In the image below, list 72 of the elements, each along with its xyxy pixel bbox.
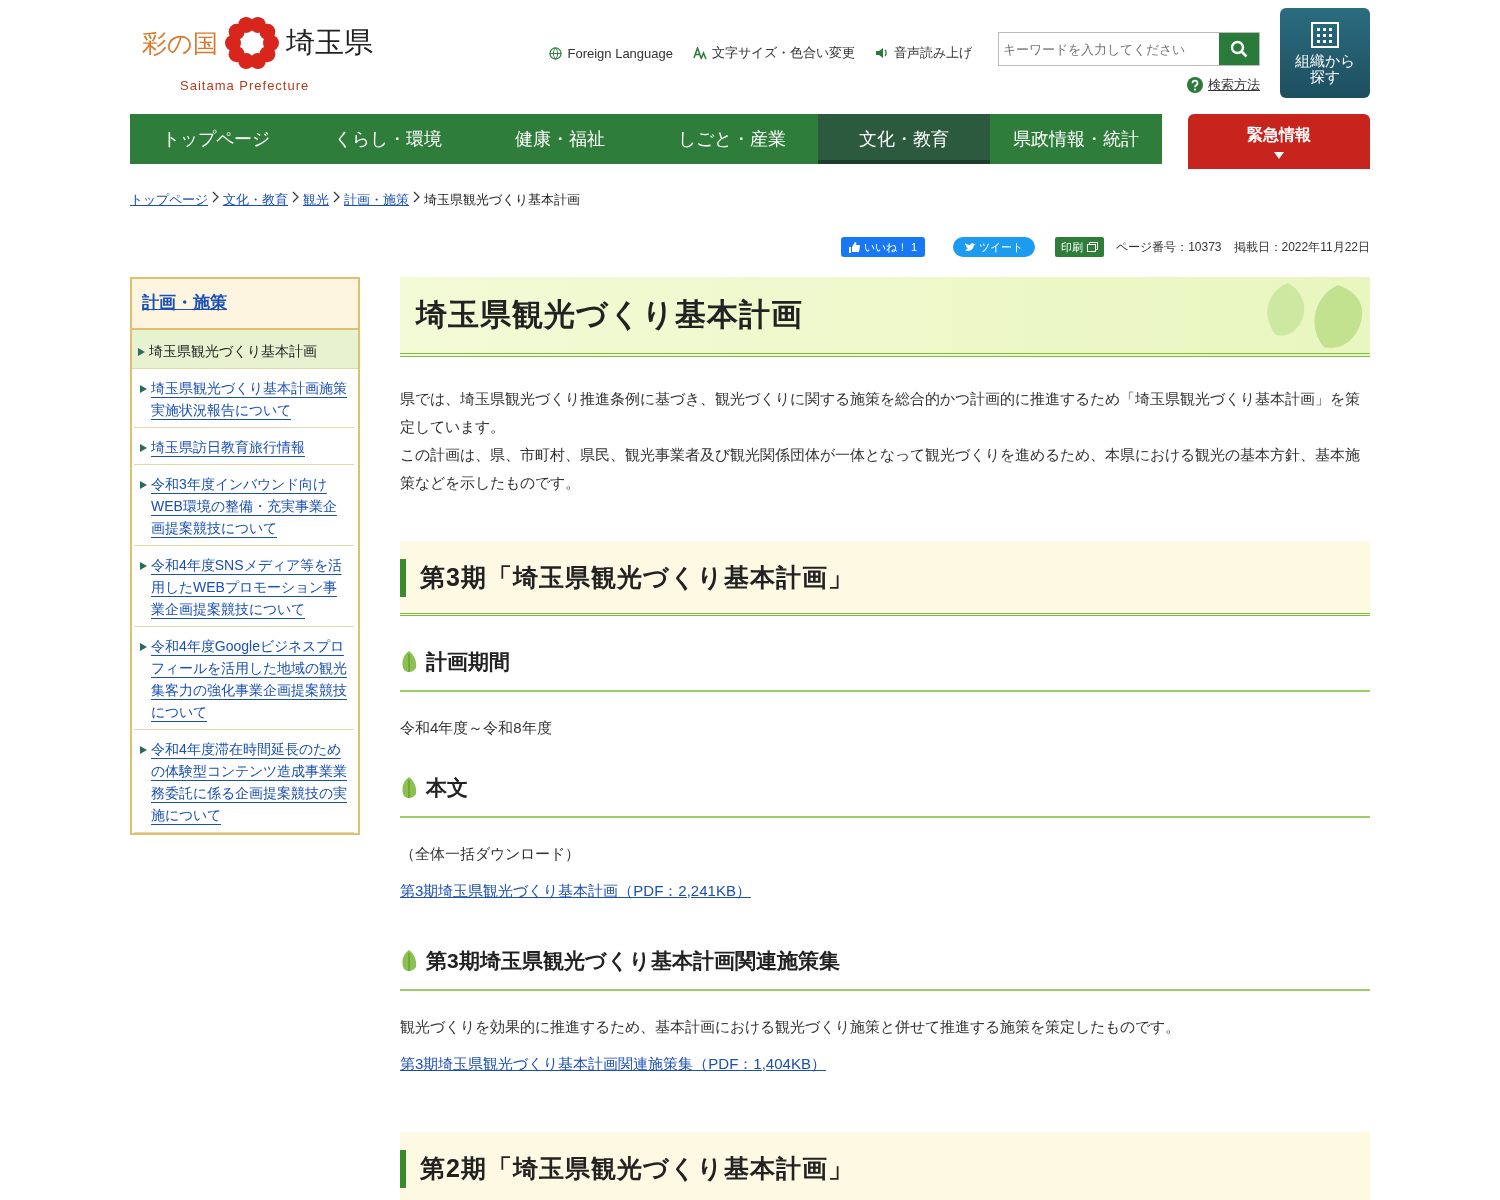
leaf-icon (400, 650, 418, 674)
utility-link[interactable]: Foreign Language (549, 44, 673, 62)
posted-date: 掲載日：2022年11月22日 (1233, 238, 1370, 256)
nav-tab[interactable]: くらし・環境 (302, 114, 474, 164)
logo-subtitle: Saitama Prefecture (180, 78, 311, 93)
search-icon (1230, 40, 1248, 58)
flower-logo-icon (222, 14, 282, 72)
search-button[interactable] (1219, 33, 1259, 65)
pdf-link[interactable]: 第3期埼玉県観光づくり基本計画（PDF：2,241KB） (400, 882, 751, 901)
pdf-link[interactable]: 第3期埼玉県観光づくり基本計画関連施策集（PDF：1,404KB） (400, 1055, 826, 1074)
sidebar-link[interactable]: 埼玉県観光づくり基本計画 (132, 330, 358, 369)
sidebar-title-link[interactable]: 計画・施策 (132, 279, 358, 330)
page-title: 埼玉県観光づくり基本計画 (416, 296, 803, 334)
sidebar-link[interactable]: 埼玉県観光づくり基本計画施策実施状況報告について (134, 369, 354, 428)
breadcrumb-link[interactable]: 観光 (303, 191, 329, 209)
text-size-icon (693, 46, 707, 60)
breadcrumb-link[interactable]: トップページ (130, 191, 208, 209)
subsection-heading: 第3期埼玉県観光づくり基本計画関連施策集 (426, 948, 840, 974)
sidebar-link[interactable]: 令和4年度Googleビジネスプロフィールを活用した地域の観光集客力の強化事業企画提案競技について (134, 627, 354, 730)
section-heading: 第2期「埼玉県観光づくり基本計画」 (400, 1132, 1370, 1200)
page-number: ページ番号：10373 (1116, 238, 1222, 256)
sidebar-link[interactable]: 令和3年度インバウンド向けWEB環境の整備・充実事業企画提案競技について (134, 465, 354, 546)
triangle-icon (140, 643, 147, 651)
paragraph: この計画は、県、市町村、県民、観光事業者及び観光関係団体が一体となって観光づくりを進めるため、本県における観光の基本方針、基本施策などを示したものです。 (400, 445, 1361, 493)
search-help-link[interactable]: 検索方法 (1187, 76, 1260, 94)
logo-tagline: 彩の国 (142, 27, 218, 59)
triangle-icon (140, 385, 147, 393)
paragraph: 令和4年度～令和8年度 (400, 718, 553, 738)
utility-link[interactable]: 文字サイズ・色合い変更 (693, 44, 855, 62)
chevron-icon (212, 191, 219, 203)
caret-icon (1274, 151, 1284, 159)
paragraph: （全体一括ダウンロード） (400, 844, 581, 864)
org-search-button[interactable]: 組織から探す (1280, 8, 1370, 98)
logo-name: 埼玉県 (286, 25, 373, 60)
nav-tab[interactable]: トップページ (130, 114, 302, 164)
triangle-icon (138, 348, 145, 356)
help-icon (1187, 77, 1203, 93)
like-button[interactable]: いいね！ 1 (840, 237, 926, 257)
sidebar-link[interactable]: 令和4年度滞在時間延長のための体験型コンテンツ造成事業業務委託に係る企画提案競技の実施について (134, 730, 354, 833)
leaf-icon (400, 949, 418, 973)
search-field[interactable]: キーワードを入力してください (998, 32, 1260, 66)
utility-link[interactable]: 音声読み上げ (875, 44, 972, 62)
nav-tab[interactable]: 県政情報・統計 (990, 114, 1162, 164)
nav-tab[interactable]: 健康・福祉 (474, 114, 646, 164)
sidebar-link[interactable]: 埼玉県訪日教育旅行情報 (134, 428, 354, 465)
triangle-icon (140, 746, 147, 754)
nav-tab[interactable]: しごと・産業 (646, 114, 818, 164)
breadcrumb-current: 埼玉県観光づくり基本計画 (424, 191, 580, 209)
nav-tab[interactable]: 文化・教育 (818, 114, 990, 164)
window-icon (1087, 242, 1099, 252)
breadcrumb-link[interactable]: 計画・施策 (344, 191, 409, 209)
globe-icon (549, 46, 563, 60)
building-icon (1309, 20, 1341, 49)
section-heading: 第3期「埼玉県観光づくり基本計画」 (400, 541, 1370, 616)
subsection-heading: 本文 (426, 775, 468, 801)
breadcrumb-link[interactable]: 文化・教育 (223, 191, 288, 209)
bird-icon (965, 242, 977, 252)
subsection-heading: 計画期間 (426, 649, 510, 675)
print-button[interactable]: 印刷 (1055, 237, 1105, 257)
chevron-icon (292, 191, 299, 203)
emergency-info-button[interactable]: 緊急情報 (1188, 114, 1370, 169)
thumbs-up-icon (848, 241, 860, 253)
sidebar-link[interactable]: 令和4年度SNSメディア等を活用したWEBプロモーション事業企画提案競技について (134, 546, 354, 627)
speaker-icon (875, 47, 889, 59)
chevron-icon (413, 191, 420, 203)
paragraph: 県では、埼玉県観光づくり推進条例に基づき、観光づくりに関する施策を総合的かつ計画的に推進するため「埼玉県観光づくり基本計画」を策定しています。 (400, 389, 1361, 437)
leaf-icon (400, 776, 418, 800)
paragraph: 観光づくりを効果的に推進するため、基本計画における観光づくり施策と併せて推進する施策を策定したものです。 (400, 1017, 1181, 1037)
triangle-icon (140, 562, 147, 570)
triangle-icon (140, 481, 147, 489)
chevron-icon (333, 191, 340, 203)
triangle-icon (140, 444, 147, 452)
